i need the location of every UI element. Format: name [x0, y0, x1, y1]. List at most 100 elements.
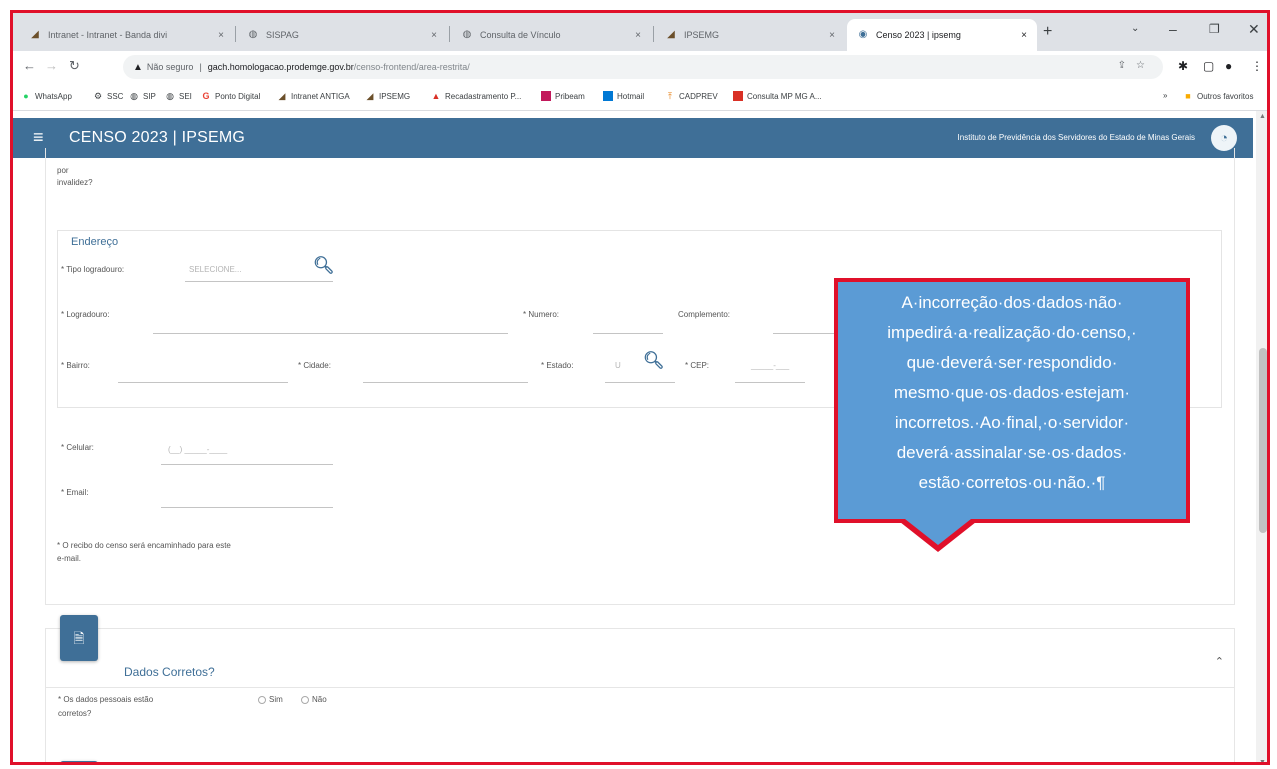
- logradouro-label: * Logradouro:: [61, 310, 110, 319]
- extension-icon[interactable]: ✱: [1178, 59, 1188, 73]
- tab-search-icon[interactable]: ⌄: [1131, 23, 1139, 34]
- back-icon[interactable]: ←: [23, 58, 36, 73]
- tab-label: SISPAG: [266, 30, 299, 40]
- bookmark-ssc[interactable]: ⚙ SSC: [93, 91, 124, 101]
- outlook-icon: [603, 91, 613, 101]
- cep-input[interactable]: [735, 382, 805, 383]
- tab-label: IPSEMG: [684, 30, 720, 40]
- close-icon[interactable]: ×: [635, 30, 641, 41]
- warning-icon: ▲: [133, 61, 143, 73]
- next-section-icon: [60, 761, 98, 762]
- radio-nao[interactable]: Não: [301, 695, 327, 704]
- estado-label: * Estado:: [541, 361, 574, 370]
- cep-placeholder: _____-___: [751, 361, 790, 370]
- page-scrollbar[interactable]: ▲ ▼: [1256, 111, 1267, 762]
- estado-value[interactable]: U: [615, 361, 621, 370]
- bairro-label: * Bairro:: [61, 361, 90, 370]
- browser-tab-consulta[interactable]: ◍ Consulta de Vínculo ×: [451, 19, 651, 51]
- browser-tab-ipsemg[interactable]: ◢ IPSEMG ×: [655, 19, 845, 51]
- dados-corretos-card: 🗎 Dados Corretos? ⌃ * Os dados pessoais …: [45, 615, 1235, 762]
- close-window-icon[interactable]: ✕: [1248, 21, 1260, 38]
- scroll-thumb[interactable]: [1259, 348, 1267, 533]
- mp-icon: [733, 91, 743, 101]
- search-icon[interactable]: 🔍︎: [313, 256, 335, 276]
- bookmark-sei[interactable]: ◍ SEI: [165, 91, 192, 101]
- radio-circle[interactable]: [301, 695, 309, 704]
- minimize-icon[interactable]: –: [1169, 21, 1177, 37]
- browser-tab-sispag[interactable]: ◍ SISPAG ×: [237, 19, 447, 51]
- google-icon: G: [202, 91, 210, 101]
- radio-sim[interactable]: Sim: [258, 695, 283, 704]
- url-path: /censo-frontend/area-restrita/: [353, 62, 470, 72]
- globe-icon: ◍: [166, 91, 174, 101]
- recibo-note: * O recibo do censo será encaminhado par…: [57, 541, 231, 550]
- bookmark-whatsapp[interactable]: ● WhatsApp: [21, 91, 72, 101]
- radio-circle[interactable]: [258, 695, 266, 704]
- profile-avatar-icon[interactable]: ●: [1225, 59, 1232, 73]
- cidade-input[interactable]: [363, 382, 528, 383]
- dados-question: * Os dados pessoais estão: [58, 695, 154, 704]
- bookmarks-overflow-icon[interactable]: »: [1163, 91, 1167, 100]
- globe-icon: ◍: [130, 91, 138, 101]
- celular-placeholder: (__) _____-____: [168, 445, 228, 454]
- sidepanel-icon[interactable]: ▢: [1203, 59, 1214, 73]
- scroll-down-icon[interactable]: ▼: [1259, 759, 1266, 762]
- celular-input[interactable]: [161, 464, 333, 465]
- bairro-input[interactable]: [118, 382, 288, 383]
- tab-label: Consulta de Vínculo: [480, 30, 561, 40]
- tipo-logradouro-select[interactable]: SELECIONE...: [189, 265, 241, 274]
- callout-text: A·incorreção·dos·dados·não· impedirá·a·r…: [838, 282, 1186, 519]
- bookmark-recadastramento[interactable]: ▲ Recadastramento P...: [431, 91, 522, 101]
- previous-question-tail: por: [57, 166, 69, 175]
- restore-icon[interactable]: ❐: [1209, 22, 1220, 36]
- email-input[interactable]: [161, 507, 333, 508]
- intranet-icon: ◢: [278, 91, 286, 101]
- folder-icon: ■: [1185, 91, 1191, 101]
- pribeam-icon: [541, 91, 551, 101]
- forward-icon[interactable]: →: [45, 58, 58, 73]
- other-bookmarks[interactable]: ■ Outros favoritos: [1183, 91, 1253, 101]
- close-icon[interactable]: ×: [1021, 30, 1027, 41]
- numero-input[interactable]: [593, 333, 663, 334]
- intranet-icon: ◢: [31, 29, 39, 40]
- logradouro-input[interactable]: [153, 333, 508, 334]
- email-label: * Email:: [61, 488, 89, 497]
- browser-tab-censo[interactable]: ◉ Censo 2023 | ipsemg ×: [847, 19, 1037, 51]
- close-icon[interactable]: ×: [218, 30, 224, 41]
- chevron-up-icon[interactable]: ⌃: [1215, 655, 1224, 668]
- globe-icon: ◍: [248, 29, 258, 40]
- celular-label: * Celular:: [61, 443, 94, 452]
- numero-label: * Numero:: [523, 310, 560, 319]
- complemento-input[interactable]: [773, 333, 843, 334]
- search-icon[interactable]: 🔍︎: [643, 351, 665, 371]
- bookmark-cadprev[interactable]: ⤒ CADPREV: [665, 91, 718, 101]
- close-icon[interactable]: ×: [829, 30, 835, 41]
- url-host: gach.homologacao.prodemge.gov.br: [207, 62, 354, 72]
- section-title: Dados Corretos?: [124, 665, 215, 679]
- new-tab-icon[interactable]: +: [1043, 23, 1052, 41]
- bookmark-intranet-antiga[interactable]: ◢ Intranet ANTIGA: [277, 91, 350, 101]
- tab-label: Censo 2023 | ipsemg: [876, 30, 961, 40]
- address-bar-row: ← → ↻ ▲ Não seguro | gach.homologacao.pr…: [13, 51, 1267, 83]
- browser-tab-bar: ◢ Intranet - Intranet - Banda divi × ◍ S…: [13, 13, 1267, 51]
- bookmark-ponto-digital[interactable]: G Ponto Digital: [201, 91, 260, 101]
- drive-icon: ▲: [431, 91, 441, 101]
- bookmark-pribeam[interactable]: Pribeam: [541, 91, 585, 101]
- kebab-menu-icon[interactable]: ⋮: [1251, 59, 1263, 73]
- bookmarks-bar: ● WhatsApp ⚙ SSC ◍ SIP ◍ SEI G Ponto Digital …: [13, 83, 1267, 111]
- close-icon[interactable]: ×: [431, 30, 437, 41]
- recibo-note-2: e-mail.: [57, 554, 82, 563]
- reload-icon[interactable]: ↻: [69, 58, 80, 74]
- bookmark-hotmail[interactable]: Hotmail: [603, 91, 644, 101]
- browser-tab-intranet[interactable]: ◢ Intranet - Intranet - Banda divi ×: [19, 19, 234, 51]
- previous-question-tail-2: invalidez?: [57, 178, 93, 187]
- hamburger-menu-icon[interactable]: ≡: [33, 127, 44, 148]
- url-bar[interactable]: ▲ Não seguro | gach.homologacao.prodemge…: [123, 55, 1163, 79]
- bookmark-consulta-mp[interactable]: Consulta MP MG A...: [733, 91, 822, 101]
- bookmark-sip[interactable]: ◍ SIP: [129, 91, 156, 101]
- bookmark-ipsemg[interactable]: ◢ IPSEMG: [365, 91, 411, 101]
- url-action-icons[interactable]: ⇪☆: [1118, 60, 1155, 71]
- scroll-up-icon[interactable]: ▲: [1259, 113, 1266, 120]
- estado-input[interactable]: [605, 382, 675, 383]
- cadprev-icon: ⤒: [668, 91, 672, 101]
